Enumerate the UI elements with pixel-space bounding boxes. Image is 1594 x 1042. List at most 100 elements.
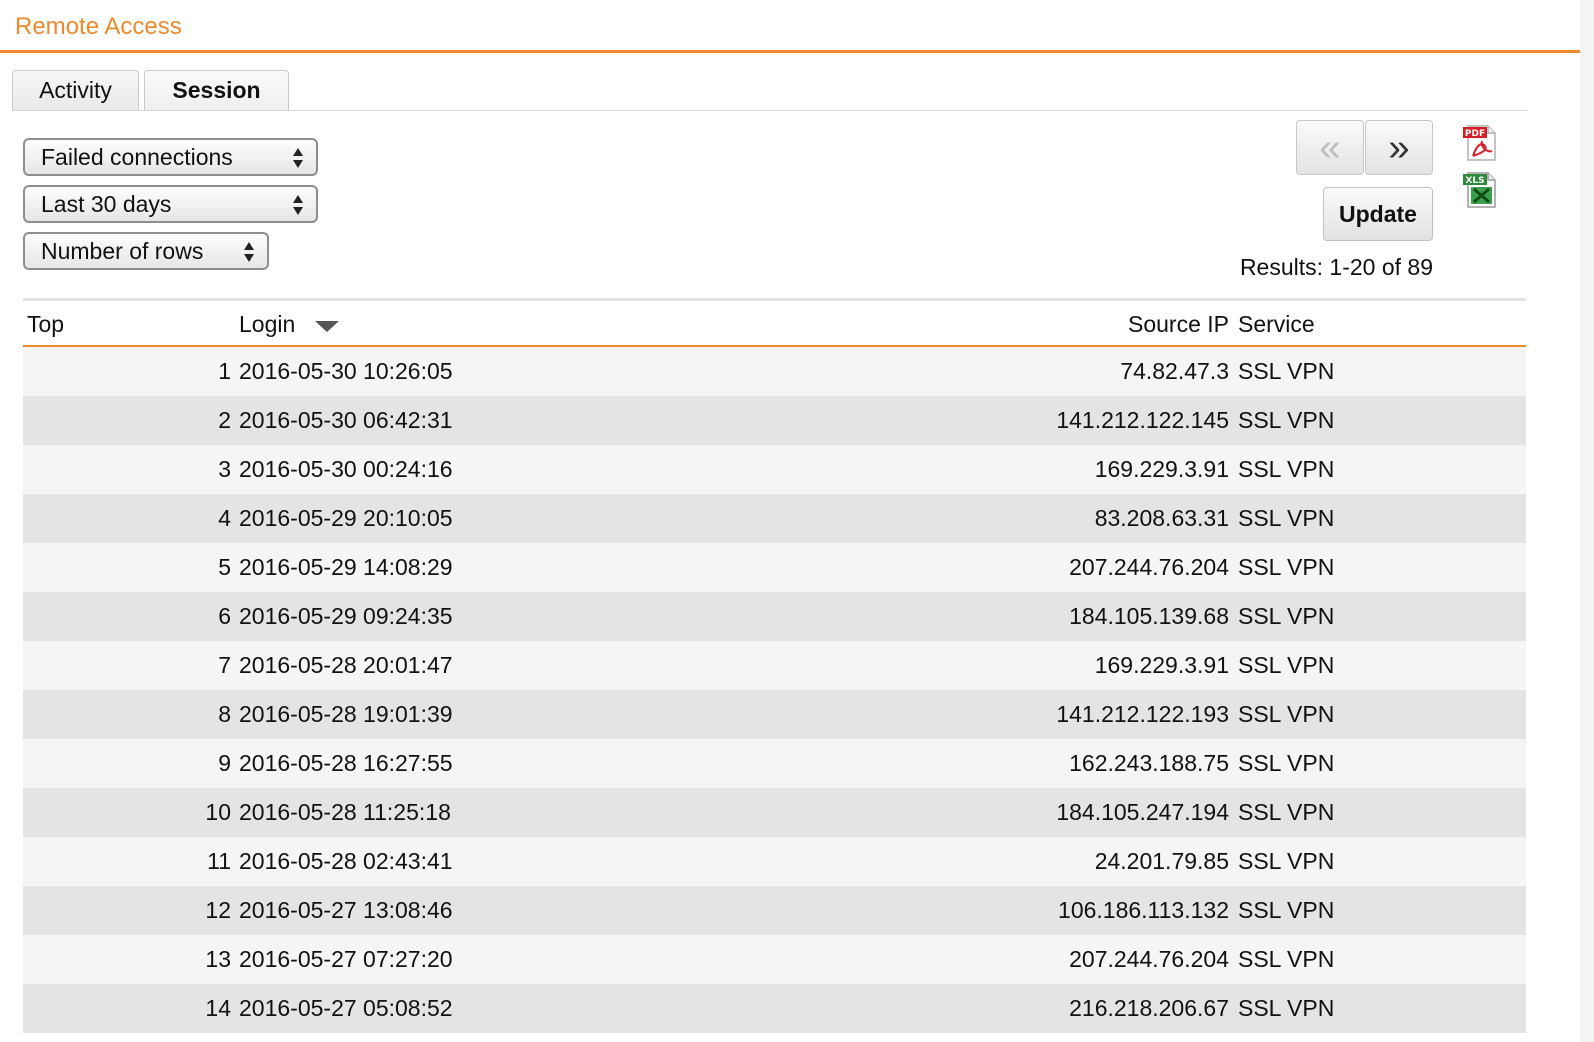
source-ip-cell: 216.218.206.67: [1069, 995, 1229, 1021]
login-cell: 2016-05-28 11:25:18: [239, 799, 451, 825]
service-cell: SSL VPN: [1238, 799, 1335, 825]
select-arrows-icon: [293, 195, 303, 215]
update-button[interactable]: Update: [1323, 187, 1433, 241]
service-cell: SSL VPN: [1238, 848, 1335, 874]
app-header: Remote Access: [0, 0, 1580, 53]
connection-type-select[interactable]: Failed connections: [23, 138, 318, 176]
login-cell: 2016-05-27 05:08:52: [239, 995, 453, 1021]
source-ip-cell: 207.244.76.204: [1069, 554, 1229, 580]
table-row[interactable]: 11 2016-05-28 02:43:41 24.201.79.85 SSL VPN: [23, 837, 1526, 886]
table-row[interactable]: 12 2016-05-27 13:08:46 106.186.113.132 SSL …: [23, 886, 1526, 935]
service-cell: SSL VPN: [1238, 750, 1335, 776]
login-cell: 2016-05-27 07:27:20: [239, 946, 453, 972]
source-ip-cell: 207.244.76.204: [1069, 946, 1229, 972]
table-row[interactable]: 7 2016-05-28 20:01:47 169.229.3.91 SSL VPN: [23, 641, 1526, 690]
source-ip-cell: 74.82.47.3: [1120, 358, 1229, 384]
login-cell: 2016-05-29 20:10:05: [239, 505, 453, 531]
next-page-button[interactable]: »: [1365, 120, 1433, 175]
login-cell: 2016-05-28 19:01:39: [239, 701, 453, 727]
select-arrows-icon: [293, 148, 303, 168]
login-cell: 2016-05-30 06:42:31: [239, 407, 453, 433]
login-cell: 2016-05-30 10:26:05: [239, 358, 453, 384]
login-cell: 2016-05-28 16:27:55: [239, 750, 453, 776]
rank-cell: 2: [218, 407, 231, 433]
rows-value: Number of rows: [41, 237, 204, 264]
rank-cell: 4: [218, 505, 231, 531]
table-row[interactable]: 5 2016-05-29 14:08:29 207.244.76.204 SSL VP…: [23, 543, 1526, 592]
source-ip-cell: 141.212.122.193: [1056, 701, 1229, 727]
service-cell: SSL VPN: [1238, 603, 1335, 629]
table-header: Top Login Source IP Service: [23, 301, 1526, 347]
rank-cell: 8: [218, 701, 231, 727]
service-cell: SSL VPN: [1238, 358, 1335, 384]
rows-select[interactable]: Number of rows: [23, 232, 269, 270]
service-cell: SSL VPN: [1238, 652, 1335, 678]
svg-text:PDF: PDF: [1465, 129, 1485, 139]
column-header-top[interactable]: Top: [27, 311, 64, 338]
login-cell: 2016-05-28 20:01:47: [239, 652, 453, 678]
rank-cell: 3: [218, 456, 231, 482]
rank-cell: 9: [218, 750, 231, 776]
rank-cell: 7: [218, 652, 231, 678]
login-cell: 2016-05-29 14:08:29: [239, 554, 453, 580]
source-ip-cell: 141.212.122.145: [1056, 407, 1229, 433]
tab-activity[interactable]: Activity: [12, 70, 139, 110]
login-cell: 2016-05-29 09:24:35: [239, 603, 453, 629]
service-cell: SSL VPN: [1238, 701, 1335, 727]
table-row[interactable]: 1 2016-05-30 10:26:05 74.82.47.3 SSL VPN: [23, 347, 1526, 396]
service-cell: SSL VPN: [1238, 407, 1335, 433]
rank-cell: 5: [218, 554, 231, 580]
period-select[interactable]: Last 30 days: [23, 185, 318, 223]
column-header-source-ip[interactable]: Source IP: [1128, 311, 1229, 338]
source-ip-cell: 169.229.3.91: [1094, 652, 1229, 678]
service-cell: SSL VPN: [1238, 897, 1335, 923]
app-title: Remote Access: [15, 13, 182, 40]
table-row[interactable]: 4 2016-05-29 20:10:05 83.208.63.31 SSL VPN: [23, 494, 1526, 543]
table-row[interactable]: 6 2016-05-29 09:24:35 184.105.139.68 SSL VP…: [23, 592, 1526, 641]
login-cell: 2016-05-28 02:43:41: [239, 848, 453, 874]
previous-page-button[interactable]: «: [1296, 120, 1364, 175]
column-header-login[interactable]: Login: [239, 311, 340, 338]
login-cell: 2016-05-27 13:08:46: [239, 897, 453, 923]
service-cell: SSL VPN: [1238, 554, 1335, 580]
rank-cell: 14: [205, 995, 231, 1021]
rank-cell: 10: [205, 799, 231, 825]
xls-export-icon[interactable]: XLS: [1462, 171, 1498, 209]
sort-descending-icon: [314, 320, 339, 332]
source-ip-cell: 169.229.3.91: [1094, 456, 1229, 482]
source-ip-cell: 83.208.63.31: [1094, 505, 1229, 531]
column-header-service[interactable]: Service: [1238, 311, 1315, 338]
rank-cell: 6: [218, 603, 231, 629]
source-ip-cell: 24.201.79.85: [1094, 848, 1229, 874]
service-cell: SSL VPN: [1238, 456, 1335, 482]
table-row[interactable]: 3 2016-05-30 00:24:16 169.229.3.91 SSL VPN: [23, 445, 1526, 494]
connection-type-value: Failed connections: [41, 143, 233, 170]
rank-cell: 13: [205, 946, 231, 972]
select-arrows-icon: [244, 242, 254, 262]
login-cell: 2016-05-30 00:24:16: [239, 456, 453, 482]
rank-cell: 11: [207, 848, 231, 874]
period-value: Last 30 days: [41, 190, 172, 217]
table-row[interactable]: 13 2016-05-27 07:27:20 207.244.76.204 SSL V…: [23, 935, 1526, 984]
source-ip-cell: 162.243.188.75: [1069, 750, 1229, 776]
source-ip-cell: 184.105.247.194: [1056, 799, 1229, 825]
table-row[interactable]: 2 2016-05-30 06:42:31 141.212.122.145 SSL V…: [23, 396, 1526, 445]
source-ip-cell: 106.186.113.132: [1058, 897, 1229, 923]
sessions-table: Top Login Source IP Service 1 2016-05-30 …: [23, 298, 1526, 1033]
rank-cell: 12: [205, 897, 231, 923]
table-row[interactable]: 10 2016-05-28 11:25:18 184.105.247.194 SSL …: [23, 788, 1526, 837]
svg-text:XLS: XLS: [1465, 176, 1484, 186]
service-cell: SSL VPN: [1238, 995, 1335, 1021]
table-row[interactable]: 14 2016-05-27 05:08:52 216.218.206.67 SSL V…: [23, 984, 1526, 1033]
service-cell: SSL VPN: [1238, 505, 1335, 531]
source-ip-cell: 184.105.139.68: [1069, 603, 1229, 629]
pdf-export-icon[interactable]: PDF: [1462, 124, 1498, 162]
service-cell: SSL VPN: [1238, 946, 1335, 972]
table-row[interactable]: 9 2016-05-28 16:27:55 162.243.188.75 SSL VP…: [23, 739, 1526, 788]
tab-session[interactable]: Session: [144, 70, 289, 110]
column-header-login-label: Login: [239, 311, 296, 337]
tab-bar: Activity Session: [12, 70, 1528, 111]
table-row[interactable]: 8 2016-05-28 19:01:39 141.212.122.193 SSL V…: [23, 690, 1526, 739]
rank-cell: 1: [218, 358, 231, 384]
scrollbar-track[interactable]: [1580, 0, 1594, 1042]
